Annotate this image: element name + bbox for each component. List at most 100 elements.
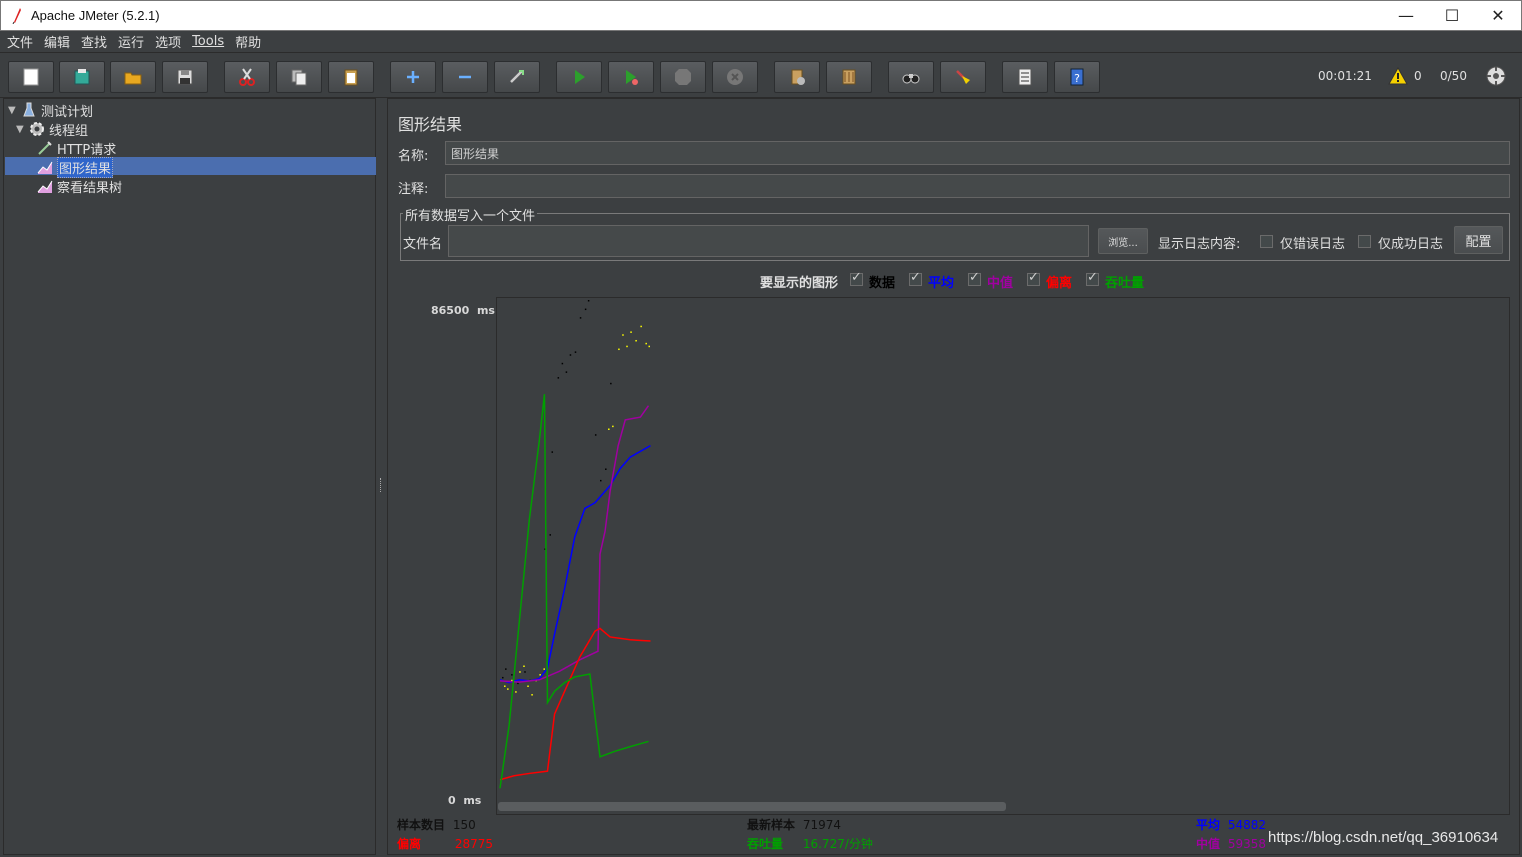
success-only-checkbox[interactable] <box>1358 235 1371 248</box>
pipette-icon <box>36 140 54 156</box>
tree-node-view-results-tree[interactable]: 察看结果树 <box>36 177 122 196</box>
filename-label: 文件名 <box>403 237 443 252</box>
tree-node-thread-group[interactable]: ▼ 线程组 <box>16 120 88 139</box>
graph-chart-icon <box>36 159 54 175</box>
clipboard-icon <box>344 69 358 86</box>
filename-input[interactable] <box>448 225 1089 257</box>
menu-search[interactable]: 查找 <box>78 32 115 51</box>
browse-button[interactable]: 浏览... <box>1098 228 1148 254</box>
graph-average-label: 平均 <box>928 276 955 291</box>
series-line-average <box>499 444 651 684</box>
open-button[interactable] <box>110 61 156 93</box>
maximize-button[interactable]: ☐ <box>1429 1 1475 30</box>
help-button[interactable]: ? <box>1054 61 1100 93</box>
data-point-data-16 <box>587 300 590 302</box>
binoculars-icon <box>902 74 920 84</box>
elapsed-time: 00:01:21 <box>1318 69 1372 83</box>
series-line-median <box>499 405 650 683</box>
menu-file[interactable]: 文件 <box>4 32 41 51</box>
graph-median-checkbox[interactable] <box>968 270 981 286</box>
test-plan-tree: ▼ 测试计划 ▼ 线程组 HTTP请求 图形结果 察看结果树 <box>3 98 376 855</box>
menu-edit[interactable]: 编辑 <box>41 32 78 51</box>
stat-median-label: 中值 <box>1196 837 1221 851</box>
graph-results-panel: 图形结果 名称: 注释: 所有数据写入一个文件 文件名 浏览... 显示日志内容… <box>387 98 1520 855</box>
name-label: 名称: <box>398 149 429 164</box>
toggle-button[interactable] <box>494 61 540 93</box>
minimize-button[interactable]: — <box>1383 1 1429 30</box>
stat-deviation: 偏离 28775 <box>397 835 493 852</box>
menu-tools[interactable]: Tools <box>189 34 232 49</box>
stat-average-label: 平均 <box>1196 818 1221 832</box>
wand-icon <box>510 70 524 83</box>
function-helper-button[interactable] <box>1002 61 1048 93</box>
data-point-data-17 <box>594 434 597 436</box>
graph-median-label: 中值 <box>987 276 1014 291</box>
errors-only-checkbox[interactable] <box>1260 235 1273 248</box>
start-button[interactable] <box>556 61 602 93</box>
data-point-data-yellow-9 <box>539 674 541 676</box>
write-to-file-group: 所有数据写入一个文件 文件名 浏览... 显示日志内容: 仅错误日志 仅成功日志… <box>400 205 1510 261</box>
clear-all-button[interactable] <box>826 61 872 93</box>
expand-button[interactable] <box>390 61 436 93</box>
graph-throughput-checkbox[interactable] <box>1086 270 1099 286</box>
shutdown-button[interactable] <box>712 61 758 93</box>
stop-button[interactable] <box>660 61 706 93</box>
panel-splitter[interactable] <box>376 98 386 855</box>
flask-icon <box>20 102 38 118</box>
minus-icon <box>459 75 471 79</box>
menu-help[interactable]: 帮助 <box>232 32 269 51</box>
tree-node-http-request[interactable]: HTTP请求 <box>36 139 116 158</box>
data-point-data-yellow-18 <box>640 325 642 328</box>
y-axis-max-label: 86500 ms <box>431 304 495 317</box>
active-threads: 0/50 <box>1440 69 1467 83</box>
graph-average-checkbox[interactable] <box>909 270 922 286</box>
search-button[interactable] <box>888 61 934 93</box>
stat-samples-value: 150 <box>452 818 476 832</box>
templates-icon <box>74 69 90 85</box>
stop-icon <box>675 69 691 85</box>
collapse-button[interactable] <box>442 61 488 93</box>
play-icon <box>575 70 585 84</box>
paste-button[interactable] <box>328 61 374 93</box>
splitter-grip[interactable] <box>380 478 382 492</box>
new-button[interactable] <box>8 61 54 93</box>
templates-button[interactable] <box>59 61 105 93</box>
data-point-data-yellow-0 <box>504 685 506 687</box>
expand-arrow-icon[interactable]: ▼ <box>8 105 20 116</box>
tree-node-graph-results[interactable]: 图形结果 <box>36 156 114 178</box>
expand-arrow-icon[interactable]: ▼ <box>16 124 28 135</box>
data-point-data-13 <box>574 351 577 353</box>
comment-input[interactable] <box>445 174 1510 198</box>
cut-button[interactable] <box>224 61 270 93</box>
data-point-data-yellow-1 <box>507 688 509 690</box>
clear-button[interactable] <box>774 61 820 93</box>
data-point-data-yellow-10 <box>543 668 545 670</box>
tree-node-test-plan[interactable]: ▼ 测试计划 <box>8 101 93 120</box>
save-button[interactable] <box>162 61 208 93</box>
list-icon <box>1018 68 1032 86</box>
warning-indicator[interactable]: 0 <box>1388 54 1422 98</box>
stat-samples-label: 样本数目 <box>397 818 446 832</box>
menu-run[interactable]: 运行 <box>115 32 152 51</box>
data-point-data-0 <box>502 676 504 679</box>
stat-throughput: 吞吐量 16.727/分钟 <box>747 835 873 852</box>
data-point-data-yellow-15 <box>626 345 628 348</box>
data-point-data-12 <box>569 354 572 356</box>
jmeter-feather-icon <box>9 7 25 24</box>
data-point-data-7 <box>549 534 551 536</box>
warning-icon <box>1388 67 1408 85</box>
menu-options[interactable]: 选项 <box>152 32 189 51</box>
copy-button[interactable] <box>276 61 322 93</box>
graph-data-checkbox[interactable] <box>850 270 863 286</box>
graph-deviation-checkbox[interactable] <box>1027 270 1040 286</box>
data-point-data-yellow-20 <box>648 345 650 348</box>
close-button[interactable]: ✕ <box>1475 1 1521 30</box>
reset-search-button[interactable] <box>940 61 986 93</box>
configure-button[interactable]: 配置 <box>1454 226 1503 254</box>
graph-horizontal-scrollbar[interactable] <box>498 802 1006 811</box>
start-no-pause-button[interactable] <box>608 61 654 93</box>
y-axis-min-label: 0 ms <box>448 794 482 807</box>
stat-average: 平均 54882 <box>1196 816 1266 833</box>
stat-latest-label: 最新样本 <box>747 818 796 832</box>
name-input[interactable] <box>445 141 1510 165</box>
